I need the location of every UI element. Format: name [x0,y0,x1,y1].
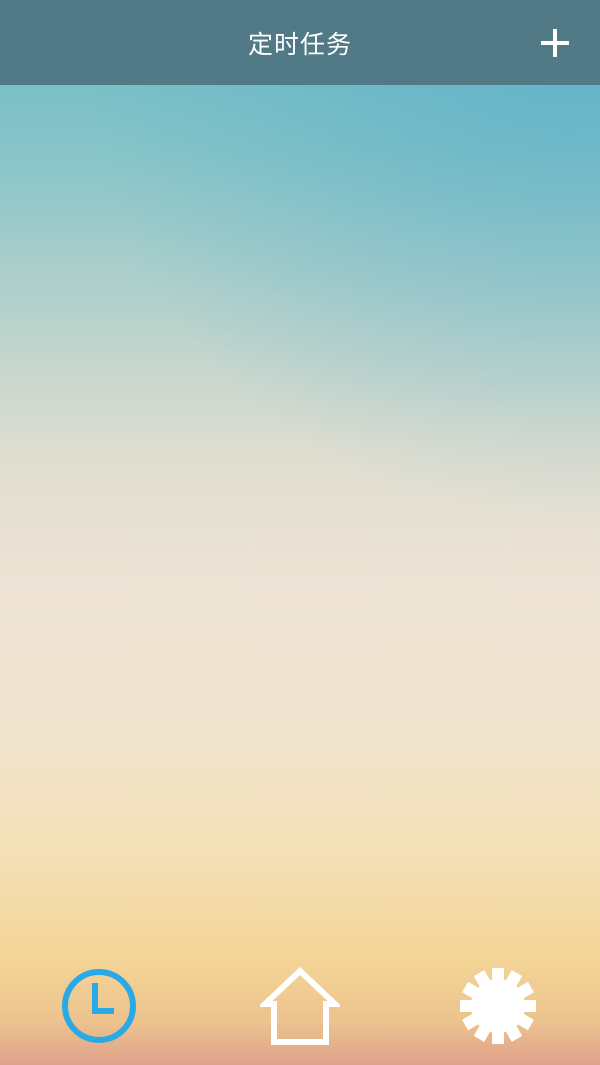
header-bar: 定时任务 [0,0,600,85]
tab-home[interactable] [260,966,340,1046]
home-icon [260,966,340,1045]
tab-settings[interactable] [458,966,538,1046]
background-gradient [0,0,600,600]
add-task-button[interactable] [538,26,572,60]
timer-tasks-screen: 定时任务 [0,0,600,1065]
tab-timer[interactable] [59,966,139,1046]
page-title: 定时任务 [247,29,352,59]
bottom-tab-bar [0,960,600,1055]
gear-icon [460,968,536,1044]
plus-icon [541,29,569,57]
clock-icon [62,969,136,1043]
